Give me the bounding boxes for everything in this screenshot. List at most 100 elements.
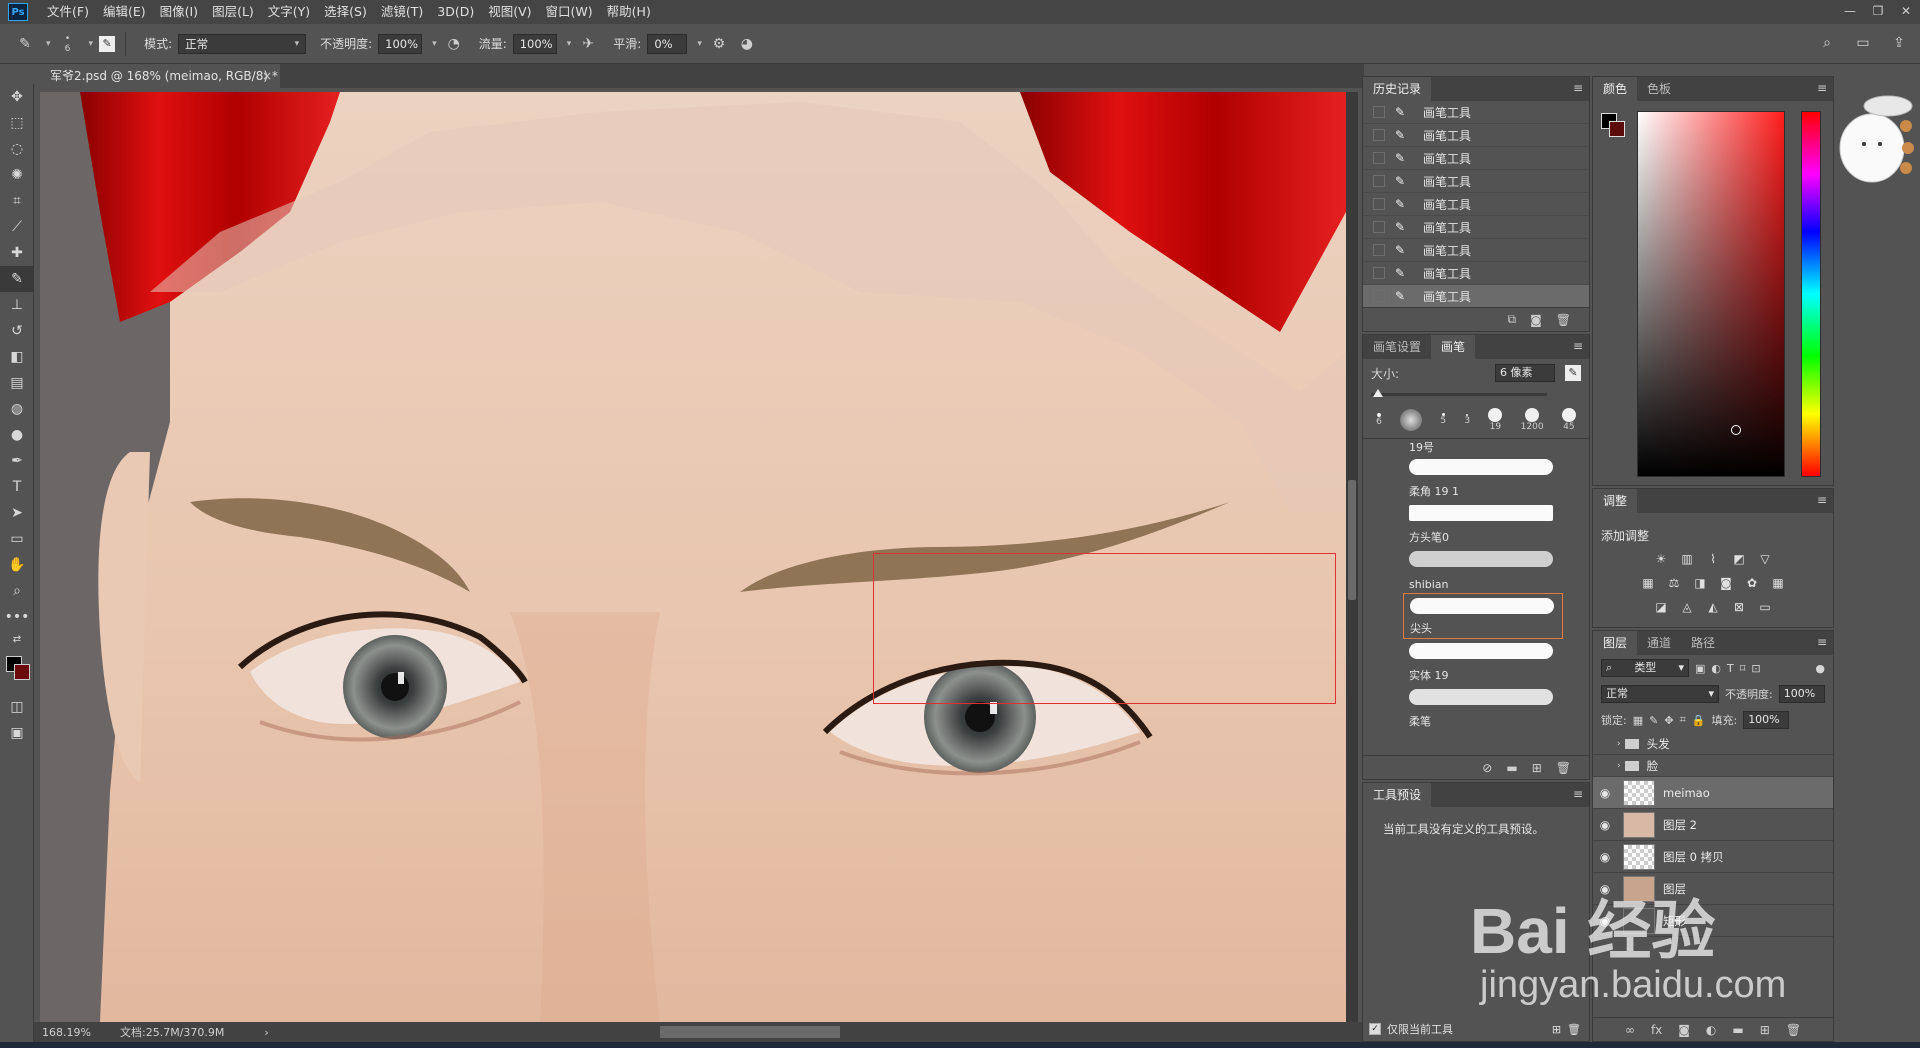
- filter-adjustment-icon[interactable]: ◐: [1711, 662, 1721, 675]
- more-tools-icon[interactable]: •••: [0, 604, 34, 630]
- workspace-icon[interactable]: ▭: [1852, 32, 1874, 54]
- menu-filter[interactable]: 滤镜(T): [374, 0, 430, 24]
- tab-brushes[interactable]: 画笔: [1431, 335, 1476, 359]
- tab-brush-settings[interactable]: 画笔设置: [1363, 335, 1431, 359]
- color-balance-icon[interactable]: ⚖: [1666, 576, 1682, 590]
- swap-colors-icon[interactable]: ⇄: [0, 630, 34, 648]
- layer-opacity-input[interactable]: 100%: [1778, 685, 1825, 703]
- selective-color-icon[interactable]: ⊠: [1731, 600, 1747, 614]
- gear-icon[interactable]: ⚙: [708, 33, 730, 55]
- tab-tool-presets[interactable]: 工具预设: [1363, 783, 1432, 807]
- panel-menu-icon[interactable]: ≡: [1817, 493, 1827, 507]
- tab-adjustments[interactable]: 调整: [1593, 489, 1638, 513]
- healing-tool-icon[interactable]: ✚: [0, 240, 34, 266]
- zoom-level[interactable]: 168.19%: [34, 1026, 114, 1039]
- history-item[interactable]: ✎ 画笔工具: [1363, 124, 1589, 147]
- snapshot-checkbox[interactable]: [1373, 175, 1385, 187]
- channel-mixer-icon[interactable]: ✿: [1744, 576, 1760, 590]
- hue-slider[interactable]: [1801, 111, 1821, 477]
- trash-icon[interactable]: 🗑: [1567, 1023, 1581, 1036]
- layer-row[interactable]: ◉ 图层 2: [1593, 809, 1833, 841]
- menu-window[interactable]: 窗口(W): [539, 0, 600, 24]
- filter-smart-icon[interactable]: ⊡: [1751, 662, 1760, 675]
- color-picker-marker[interactable]: [1731, 425, 1741, 435]
- brush-preset[interactable]: [1400, 408, 1423, 431]
- dodge-tool-icon[interactable]: ●: [0, 422, 34, 448]
- eye-icon[interactable]: ◉: [1593, 818, 1617, 832]
- eye-icon[interactable]: ◉: [1593, 850, 1617, 864]
- pen-tool-icon[interactable]: ✒: [0, 448, 34, 474]
- menu-layer[interactable]: 图层(L): [205, 0, 261, 24]
- color-lookup-icon[interactable]: ▦: [1770, 576, 1786, 590]
- filter-toggle-icon[interactable]: ●: [1815, 662, 1825, 675]
- link-layers-icon[interactable]: ∞: [1625, 1023, 1635, 1037]
- photo-filter-icon[interactable]: ◙: [1718, 576, 1734, 590]
- folder-icon[interactable]: ▬: [1506, 761, 1517, 775]
- snapshot-checkbox[interactable]: [1373, 244, 1385, 256]
- move-tool-icon[interactable]: ✥: [0, 84, 34, 110]
- levels-icon[interactable]: ▥: [1679, 552, 1695, 566]
- panel-menu-icon[interactable]: ≡: [1573, 81, 1583, 95]
- layer-group-row[interactable]: › 头发: [1593, 733, 1833, 755]
- stamp-tool-icon[interactable]: ⊥: [0, 292, 34, 318]
- hand-tool-icon[interactable]: ✋: [0, 552, 34, 578]
- lock-position-icon[interactable]: ✥: [1664, 714, 1673, 727]
- snapshot-checkbox[interactable]: [1373, 152, 1385, 164]
- brush-list-item[interactable]: 柔笔: [1403, 685, 1563, 731]
- threshold-icon[interactable]: ◭: [1705, 600, 1721, 614]
- crop-tool-icon[interactable]: ⌗: [0, 188, 34, 214]
- brush-preset[interactable]: 6: [1376, 412, 1382, 427]
- minimize-icon[interactable]: —: [1836, 0, 1864, 24]
- eyedropper-tool-icon[interactable]: ⟋: [0, 214, 34, 240]
- black-white-icon[interactable]: ◨: [1692, 576, 1708, 590]
- chevron-down-icon[interactable]: ▾: [697, 39, 702, 49]
- history-item[interactable]: ✎ 画笔工具: [1363, 193, 1589, 216]
- slider-knob[interactable]: [1373, 389, 1383, 397]
- new-preset-icon[interactable]: ⊞: [1552, 1023, 1561, 1036]
- history-item[interactable]: ✎ 画笔工具: [1363, 239, 1589, 262]
- smoothing-input[interactable]: 0%: [647, 33, 688, 54]
- brush-edit-icon[interactable]: ✎: [1565, 365, 1581, 381]
- blend-mode-select[interactable]: 正常 ▾: [1601, 685, 1719, 703]
- menu-image[interactable]: 图像(I): [153, 0, 205, 24]
- layer-filter-select[interactable]: ⌕ 类型 ▾: [1601, 659, 1689, 677]
- panel-menu-icon[interactable]: ≡: [1817, 635, 1827, 649]
- chevron-right-icon[interactable]: ›: [1617, 739, 1621, 749]
- fill-input[interactable]: 100%: [1743, 711, 1790, 729]
- rectangle-tool-icon[interactable]: ▭: [0, 526, 34, 552]
- brush-list-item[interactable]: 方头笔0: [1403, 501, 1563, 547]
- curves-icon[interactable]: ⌇: [1705, 552, 1721, 566]
- path-select-tool-icon[interactable]: ➤: [0, 500, 34, 526]
- search-icon[interactable]: ⌕: [1816, 32, 1838, 54]
- new-layer-icon[interactable]: ⊞: [1760, 1023, 1770, 1037]
- brush-preset[interactable]: 19: [1488, 407, 1503, 432]
- chevron-right-icon[interactable]: ›: [1617, 761, 1621, 771]
- chevron-down-icon[interactable]: ▾: [89, 39, 94, 49]
- menu-type[interactable]: 文字(Y): [261, 0, 317, 24]
- quick-select-tool-icon[interactable]: ✺: [0, 162, 34, 188]
- brush-list-item[interactable]: 柔角 19 1: [1403, 455, 1563, 501]
- exposure-icon[interactable]: ◩: [1731, 552, 1747, 566]
- snapshot-checkbox[interactable]: [1373, 198, 1385, 210]
- tab-paths[interactable]: 路径: [1681, 631, 1725, 655]
- screen-mode-icon[interactable]: ▣: [0, 720, 34, 746]
- eraser-tool-icon[interactable]: ◧: [0, 344, 34, 370]
- invert-icon[interactable]: ◪: [1653, 600, 1669, 614]
- snapshot-checkbox[interactable]: [1373, 290, 1385, 302]
- document-canvas[interactable]: [40, 92, 1346, 1022]
- restore-icon[interactable]: ❐: [1864, 0, 1892, 24]
- layer-group-row[interactable]: › 脸: [1593, 755, 1833, 777]
- trash-icon[interactable]: 🗑: [1786, 1023, 1801, 1037]
- brush-list-item[interactable]: 实体 19: [1403, 639, 1563, 685]
- lock-all-icon[interactable]: 🔒: [1692, 714, 1706, 727]
- history-item[interactable]: ✎ 画笔工具: [1363, 262, 1589, 285]
- eye-icon[interactable]: ◉: [1593, 786, 1617, 800]
- flow-input[interactable]: 100%: [512, 33, 557, 54]
- size-input[interactable]: 6 像素: [1495, 364, 1555, 382]
- brush-preset[interactable]: 1200: [1521, 407, 1544, 432]
- history-item[interactable]: ✎ 画笔工具: [1363, 147, 1589, 170]
- lock-transparent-icon[interactable]: ▦: [1633, 714, 1643, 727]
- history-item[interactable]: ✎ 画笔工具: [1363, 216, 1589, 239]
- history-item-current[interactable]: ✎ 画笔工具: [1363, 285, 1589, 307]
- filter-type-icon[interactable]: T: [1727, 662, 1734, 675]
